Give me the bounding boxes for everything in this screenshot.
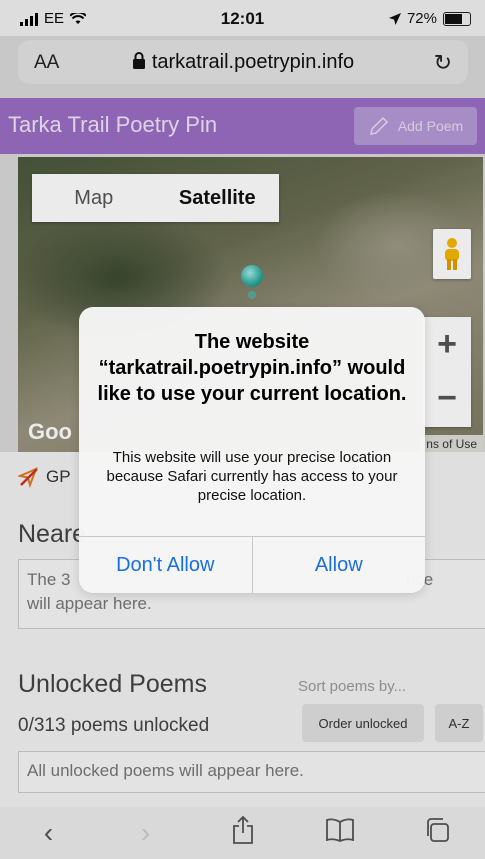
dialog-title: The website “tarkatrail.poetrypin.info” … — [97, 331, 407, 405]
location-permission-dialog: The website “tarkatrail.poetrypin.info” … — [79, 307, 425, 593]
dont-allow-button[interactable]: Don't Allow — [79, 537, 253, 593]
dialog-message: This website will use your precise locat… — [106, 449, 398, 504]
dialog-buttons: Don't Allow Allow — [79, 536, 425, 593]
allow-button[interactable]: Allow — [253, 537, 426, 593]
